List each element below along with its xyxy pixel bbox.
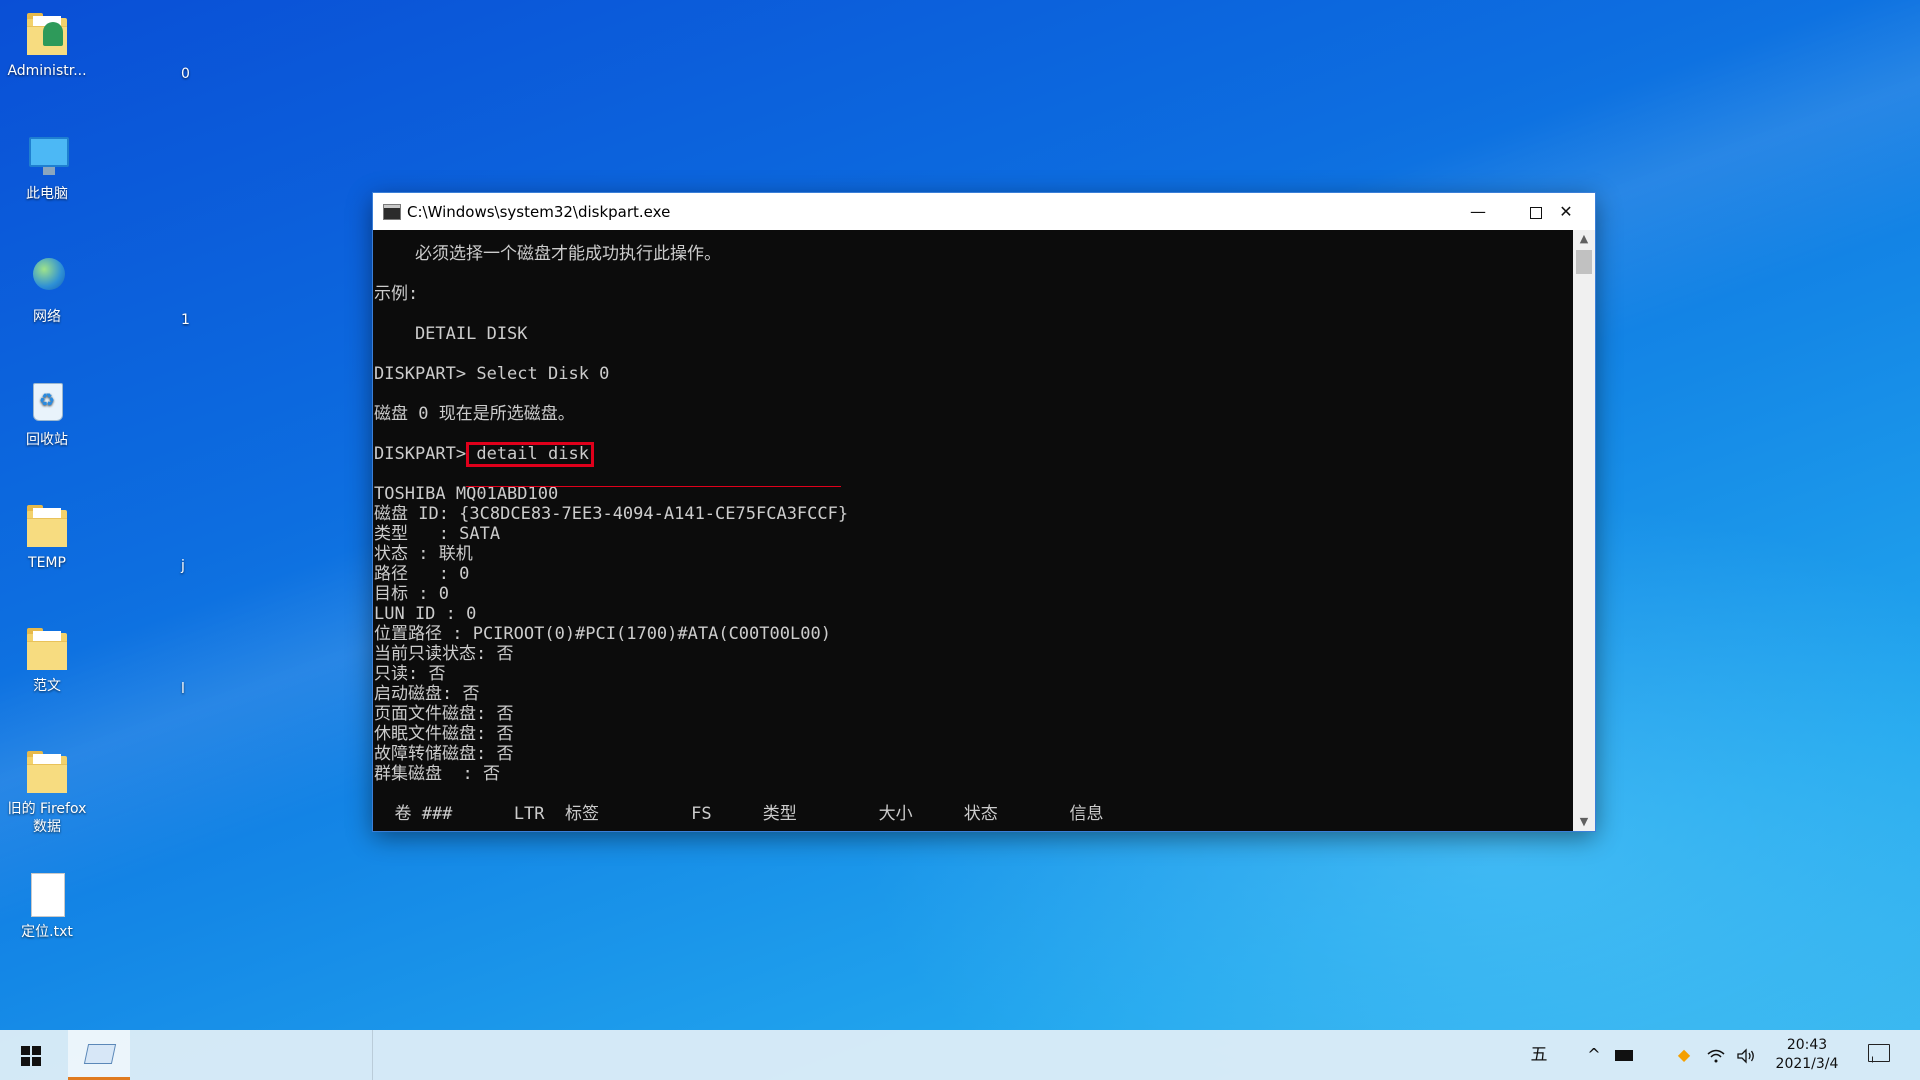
console-line: 示例: [374,284,419,304]
minimize-icon: — [1470,202,1486,221]
diskpart-app-icon [83,1044,117,1064]
text-file-icon [23,871,71,919]
desktop-icon-temp[interactable]: TEMP [4,494,90,572]
window-titlebar[interactable]: C:\Windows\system32\diskpart.exe — ✕ [373,193,1595,230]
desktop-icon-administrator[interactable]: Administr... [4,2,90,80]
network-icon [23,256,71,304]
security-shield-icon[interactable]: ◆ [1672,1030,1696,1080]
clock-date: 2021/3/4 [1775,1056,1839,1072]
chevron-up-icon[interactable]: ^ [1584,1030,1604,1080]
notification-center-icon[interactable] [1868,1044,1890,1062]
console-line: 页面文件磁盘: 否 [374,704,514,724]
volume-icon[interactable] [1734,1030,1758,1080]
desktop-icon-label: 旧的 Firefox 数据 [7,801,87,835]
close-icon: ✕ [1559,202,1573,221]
desktop-icon-label: 回收站 [26,432,68,448]
scroll-down-icon[interactable]: ▼ [1573,813,1595,831]
clock-time: 20:43 [1786,1037,1828,1053]
ime-indicator[interactable]: 五 [1526,1030,1552,1080]
diskpart-window: C:\Windows\system32\diskpart.exe — ✕ 必须选… [373,193,1595,831]
partial-desktop-label: j [181,558,185,574]
command-highlight-box [466,442,594,467]
scrollbar-thumb[interactable] [1576,250,1592,274]
taskbar-clock[interactable]: 20:43 2021/3/4 [1770,1036,1844,1074]
start-button[interactable] [0,1030,62,1080]
desktop-icon-network[interactable]: 网络 [4,248,90,326]
disk-id-underline [466,486,841,487]
desktop-icon-dingwei-txt[interactable]: 定位.txt [4,863,90,941]
wifi-icon[interactable] [1704,1030,1728,1080]
folder-icon [23,502,71,550]
desktop-icon-label: 范文 [33,678,61,694]
console-line: DETAIL DISK [374,324,528,344]
taskbar-divider [372,1030,373,1080]
battery-icon[interactable] [1612,1030,1636,1080]
console-line: 群集磁盘 : 否 [374,764,500,784]
desktop-icon-old-firefox-data[interactable]: 旧的 Firefox 数据 [4,740,90,836]
close-button[interactable]: ✕ [1537,193,1595,230]
desktop-icon-label: Administr... [7,63,87,79]
desktop-icon-label: 网络 [33,309,61,325]
scroll-up-icon[interactable]: ▲ [1573,230,1595,248]
console-line: 当前只读状态: 否 [374,644,514,664]
console-line: 目标 : 0 [374,584,449,604]
console-line: 启动磁盘: 否 [374,684,480,704]
partial-desktop-label: l [181,681,185,697]
console-line: 休眠文件磁盘: 否 [374,724,514,744]
desktop-icon-label: 定位.txt [21,924,73,940]
user-folder-icon [23,10,71,58]
console-output[interactable]: 必须选择一个磁盘才能成功执行此操作。 示例: DETAIL DISK DISKP… [373,230,1573,831]
console-line: 磁盘 0 现在是所选磁盘。 [374,404,575,424]
console-line: 故障转储磁盘: 否 [374,744,514,764]
partial-desktop-label: 1 [181,312,190,328]
computer-icon [23,133,71,181]
desktop-icon-label: TEMP [28,555,66,571]
console-line: 磁盘 ID: {3C8DCE83-7EE3-4094-A141-CE75FCA3… [374,504,849,524]
window-title: C:\Windows\system32\diskpart.exe [407,203,671,221]
console-line: 路径 : 0 [374,564,470,584]
minimize-button[interactable]: — [1449,193,1507,230]
partial-desktop-label: 0 [181,66,190,82]
console-scrollbar[interactable]: ▲ ▼ [1573,230,1595,831]
console-line: 状态 : 联机 [374,544,473,564]
taskbar-app-diskpart[interactable] [68,1030,130,1080]
folder-icon [23,625,71,673]
desktop-icon-this-pc[interactable]: 此电脑 [4,125,90,203]
folder-icon [23,748,71,796]
console-line: 卷 ### LTR 标签 FS 类型 大小 状态 信息 [374,804,1104,824]
console-line: 类型 : SATA [374,524,501,544]
desktop-icon-fanwen[interactable]: 范文 [4,617,90,695]
recycle-bin-icon [23,379,71,427]
console-app-icon [383,204,401,220]
desktop-icon-recycle-bin[interactable]: 回收站 [4,371,90,449]
console-line: 位置路径 : PCIROOT(0)#PCI(1700)#ATA(C00T00L0… [374,624,831,644]
console-line: LUN ID : 0 [374,604,477,624]
desktop-icon-label: 此电脑 [26,186,68,202]
console-line: 只读: 否 [374,664,446,684]
console-line: DISKPART> Select Disk 0 [374,364,610,384]
console-line: TOSHIBA MQ01ABD100 [374,484,559,504]
taskbar: 五 ^ ◆ 20:43 2021/3/4 [0,1030,1920,1080]
console-line: 必须选择一个磁盘才能成功执行此操作。 [374,244,721,264]
